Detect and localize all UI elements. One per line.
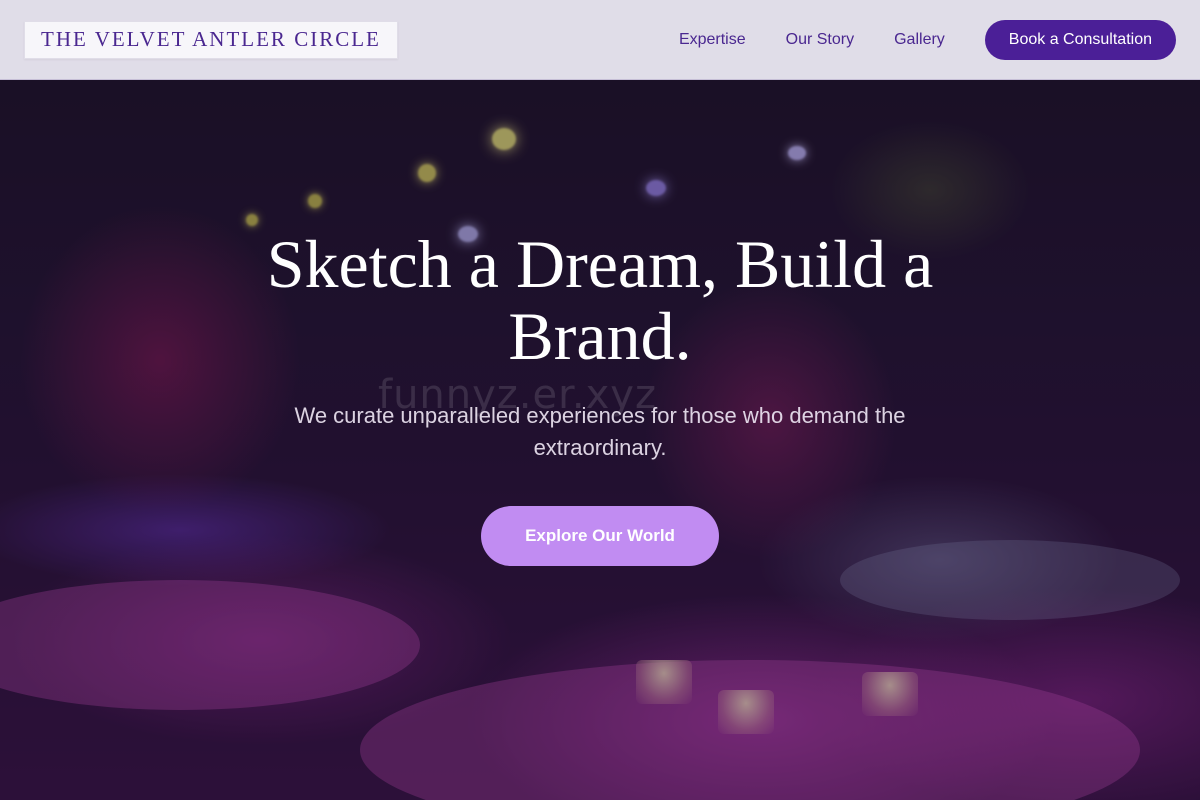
hero-section: Sketch a Dream, Build a Brand. We curate… <box>0 228 1200 566</box>
nav-link-our-story[interactable]: Our Story <box>786 31 854 49</box>
book-consultation-button[interactable]: Book a Consultation <box>984 19 1176 60</box>
brand-logo[interactable]: THE VELVET ANTLER CIRCLE <box>24 20 398 59</box>
hero-subtitle: We curate unparalleled experiences for t… <box>294 403 906 460</box>
main-nav: Expertise Our Story Gallery Book a Consu… <box>679 19 1176 60</box>
site-header: THE VELVET ANTLER CIRCLE Expertise Our S… <box>0 0 1200 80</box>
page: funnyz.er.xyz THE VELVET ANTLER CIRCLE E… <box>0 0 1200 800</box>
hero-title: Sketch a Dream, Build a Brand. <box>266 226 934 374</box>
explore-our-world-button[interactable]: Explore Our World <box>481 506 719 566</box>
nav-link-gallery[interactable]: Gallery <box>894 31 945 49</box>
nav-link-expertise[interactable]: Expertise <box>679 31 746 49</box>
